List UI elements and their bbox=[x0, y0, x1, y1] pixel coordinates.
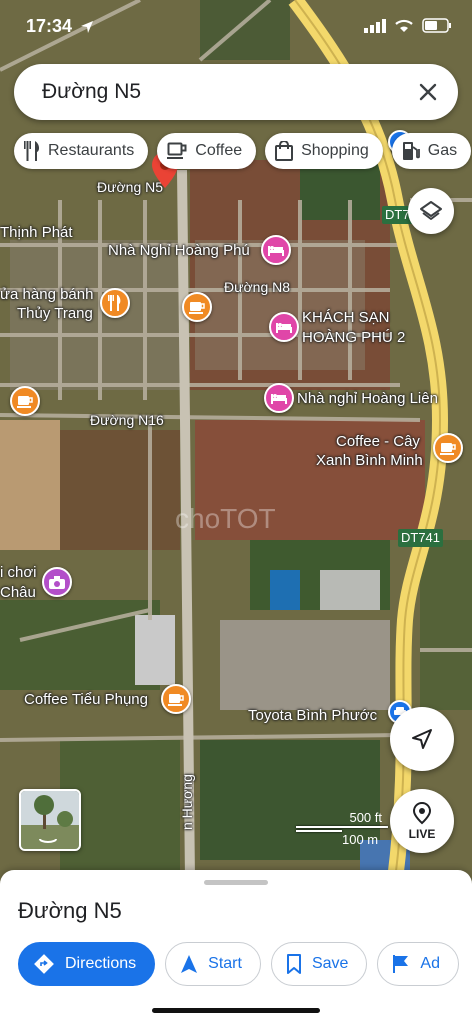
svg-text:choTOT: choTOT bbox=[175, 503, 276, 534]
place-bottom-sheet[interactable]: Đường N5 Directions Start Save Ad bbox=[0, 870, 472, 1024]
status-time: 17:34 bbox=[26, 16, 73, 36]
coffee-pin-near-n8[interactable] bbox=[182, 292, 212, 322]
label-thuy-trang: Thủy Trang bbox=[17, 305, 93, 322]
start-button[interactable]: Start bbox=[165, 942, 261, 986]
hotel-pin-hoang-lien[interactable] bbox=[264, 383, 294, 413]
fork-knife-icon bbox=[108, 295, 121, 311]
coffee-cup-icon bbox=[17, 396, 33, 408]
label-duong-n8: Đường N8 bbox=[224, 279, 291, 295]
sheet-drag-handle[interactable] bbox=[204, 880, 268, 885]
layers-icon bbox=[420, 201, 442, 220]
coffee-cup-icon bbox=[440, 443, 456, 455]
live-label: LIVE bbox=[408, 827, 436, 841]
chip-label: Gas bbox=[427, 142, 458, 159]
label-coffee-cay-line2: Xanh Bình Minh bbox=[316, 452, 423, 469]
label-nha-nghi-hoang-lien: Nhà nghỉ Hoàng Liên bbox=[297, 390, 438, 407]
label-nha-nghi-hoang-phu: Nhà Nghỉ Hoàng Phú bbox=[108, 242, 250, 259]
category-chips: Restaurants Coffee Shopping Gas bbox=[14, 133, 472, 171]
chip-coffee[interactable]: Coffee bbox=[157, 133, 257, 169]
scale-bar-meters bbox=[296, 830, 342, 832]
save-button[interactable]: Save bbox=[270, 942, 368, 986]
coffee-pin-binh-minh[interactable] bbox=[433, 433, 463, 463]
close-icon[interactable] bbox=[414, 78, 442, 106]
my-location-button[interactable] bbox=[390, 707, 454, 771]
coffee-cup-icon bbox=[189, 302, 205, 314]
street-view-thumbnail[interactable] bbox=[19, 789, 81, 851]
label-khach-san-line2: HOÀNG PHÚ 2 bbox=[302, 329, 406, 346]
directions-button[interactable]: Directions bbox=[18, 942, 156, 986]
chip-gas[interactable]: Gas bbox=[391, 133, 472, 169]
directions-label: Directions bbox=[65, 955, 137, 972]
hotel-pin-hoang-phu[interactable] bbox=[261, 235, 291, 265]
place-title: Đường N5 bbox=[18, 898, 122, 923]
start-label: Start bbox=[208, 955, 242, 972]
label-thinh-phat: Thịnh Phát bbox=[0, 224, 73, 241]
location-arrow-icon bbox=[81, 21, 93, 33]
shopping-bag-icon bbox=[275, 141, 294, 161]
live-location-icon bbox=[412, 801, 432, 825]
scale-bar-feet bbox=[296, 826, 388, 828]
hotel-pin-khach-san[interactable] bbox=[269, 312, 299, 342]
coffee-pin-tieu-phung[interactable] bbox=[161, 684, 191, 714]
chip-restaurants[interactable]: Restaurants bbox=[14, 133, 149, 169]
signal-icon bbox=[364, 18, 386, 33]
search-bar[interactable]: Đường N5 bbox=[14, 64, 458, 120]
bookmark-icon bbox=[286, 954, 301, 974]
bed-icon bbox=[271, 394, 287, 404]
bed-icon bbox=[268, 246, 284, 256]
label-khach-san-line1: KHÁCH SẠN bbox=[302, 309, 390, 326]
label-dt741-south: DT741 bbox=[398, 529, 444, 547]
search-query[interactable]: Đường N5 bbox=[42, 80, 141, 104]
chip-label: Shopping bbox=[301, 142, 369, 159]
camera-icon bbox=[49, 575, 65, 589]
layers-button[interactable] bbox=[408, 188, 454, 234]
chip-label: Restaurants bbox=[48, 142, 135, 159]
street-view-image bbox=[21, 791, 79, 849]
live-view-button[interactable]: LIVE bbox=[390, 789, 454, 853]
label-choi-line1: i chơi bbox=[0, 564, 37, 581]
label-coffee-cay-line1: Coffee - Cây bbox=[336, 433, 420, 450]
coffee-pin-left[interactable] bbox=[10, 386, 40, 416]
label-huong: n Hương bbox=[179, 774, 195, 830]
coffee-cup-icon bbox=[168, 694, 184, 706]
chip-shopping[interactable]: Shopping bbox=[265, 133, 383, 169]
wifi-icon bbox=[395, 19, 413, 32]
camera-pin-choi[interactable] bbox=[42, 567, 72, 597]
label-duong-n16: Đường N16 bbox=[90, 412, 164, 428]
coffee-cup-icon bbox=[167, 142, 187, 159]
label-toyota: Toyota Bình Phước bbox=[248, 707, 378, 724]
chip-label: Coffee bbox=[195, 142, 243, 159]
flag-icon bbox=[393, 955, 409, 973]
navigation-arrow-icon bbox=[412, 729, 432, 749]
label-coffee-tieu-phung: Coffee Tiểu Phụng bbox=[24, 691, 148, 708]
restaurant-pin-thuy-trang[interactable] bbox=[100, 288, 130, 318]
home-indicator bbox=[152, 1008, 320, 1013]
bed-icon bbox=[276, 323, 292, 333]
status-bar: 17:34 bbox=[0, 0, 472, 56]
label-choi-line2: Châu bbox=[0, 584, 36, 601]
navigation-arrow-icon bbox=[181, 955, 198, 973]
scale-feet-label: 500 ft bbox=[349, 810, 382, 825]
map-scale: 500 ft 100 m bbox=[294, 808, 394, 852]
fork-knife-icon bbox=[24, 141, 40, 161]
gas-pump-icon bbox=[402, 142, 420, 160]
save-label: Save bbox=[311, 955, 349, 972]
add-label: Ad bbox=[420, 955, 440, 972]
place-actions: Directions Start Save Ad bbox=[18, 942, 459, 986]
scale-meters-label: 100 m bbox=[342, 832, 379, 847]
label-cua-hang-banh: ửa hàng bánh bbox=[0, 286, 94, 303]
battery-icon bbox=[422, 18, 451, 33]
add-label-button[interactable]: Ad bbox=[377, 942, 459, 986]
directions-icon bbox=[34, 954, 54, 974]
